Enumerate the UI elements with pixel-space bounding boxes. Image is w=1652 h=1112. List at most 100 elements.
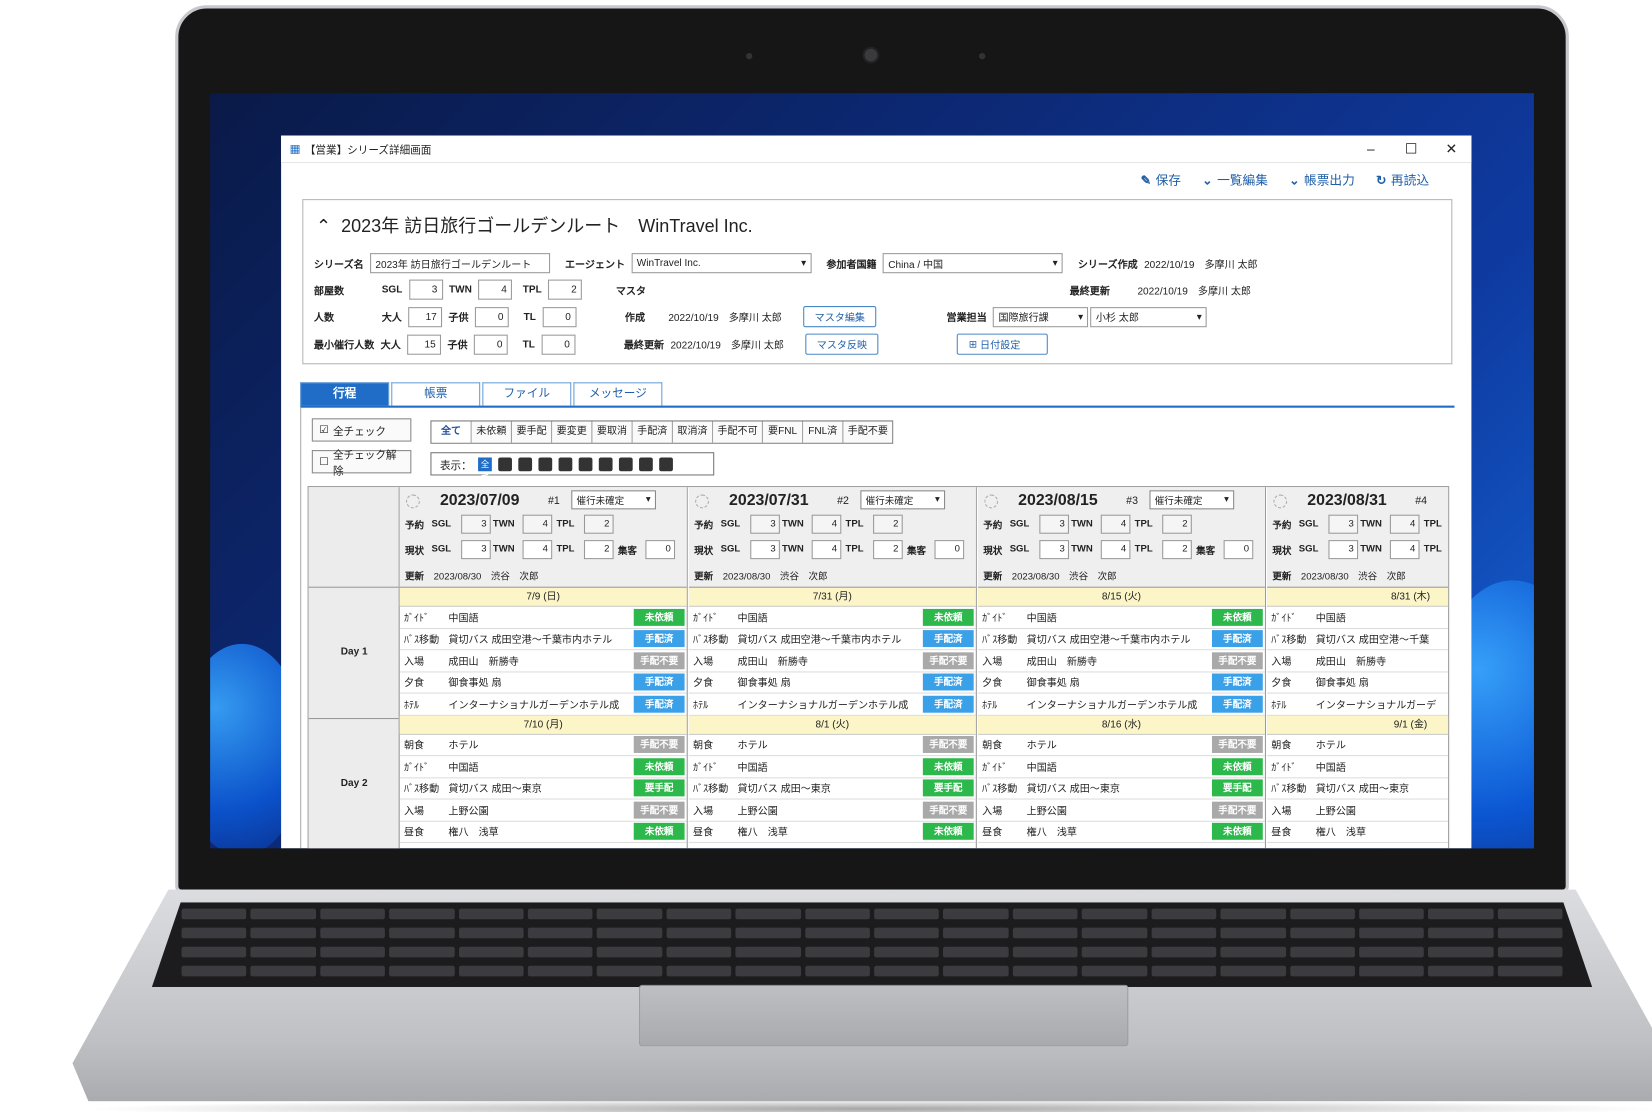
item-status-badge[interactable]: 未依頼 xyxy=(633,823,685,841)
guest-count[interactable]: 0 xyxy=(1223,540,1254,560)
minimize-button[interactable]: – xyxy=(1351,140,1391,157)
tab-itinerary[interactable]: 行程 xyxy=(300,382,390,406)
item-status-badge[interactable]: 手配済 xyxy=(1211,673,1263,691)
tab-messages[interactable]: メッセージ xyxy=(573,382,663,406)
twn-input[interactable]: 4 xyxy=(478,279,513,300)
itinerary-item[interactable]: 昼食 権八 浅草 xyxy=(1267,821,1449,843)
room-count[interactable]: 4 xyxy=(811,540,842,560)
select-circle[interactable] xyxy=(695,494,709,509)
status-filter-option[interactable]: 手配不可 xyxy=(713,421,763,443)
room-count[interactable]: 3 xyxy=(1328,540,1359,560)
itinerary-item[interactable]: ﾊﾞｽ移動 貸切バス 成田空港～千葉 xyxy=(1267,629,1449,651)
tab-reports[interactable]: 帳票 xyxy=(391,382,481,406)
sales-dept-select[interactable]: 国際旅行課 ▾ xyxy=(993,306,1089,327)
item-status-badge[interactable]: 手配不要 xyxy=(1211,652,1263,670)
child-input[interactable]: 0 xyxy=(474,306,509,327)
itinerary-item[interactable]: ﾊﾞｽ移動 貸切バス 成田～東京 xyxy=(1267,778,1449,800)
itinerary-item[interactable]: 朝食 ホテル xyxy=(1267,734,1449,757)
itinerary-item[interactable]: ﾊﾞｽ移動 貸切バス 成田空港～千葉市内ホテル 手配済 xyxy=(399,629,687,651)
status-filter-option[interactable]: 手配不要 xyxy=(843,421,893,443)
itinerary-item[interactable]: ﾊﾞｽ移動 貸切バス 成田空港～千葉市内ホテル 手配済 xyxy=(688,629,976,651)
status-filter-option[interactable]: 要手配 xyxy=(511,421,553,443)
room-count[interactable]: 4 xyxy=(522,540,553,560)
operation-status-select[interactable]: 催行未確定 ▾ xyxy=(1149,490,1235,510)
itinerary-item[interactable]: 入場 成田山 新勝寺 手配不要 xyxy=(977,650,1265,672)
operation-status-select[interactable]: 催行未確定 ▾ xyxy=(571,490,656,510)
tpl-input[interactable]: 2 xyxy=(548,279,582,300)
item-status-badge[interactable]: 未依頼 xyxy=(1211,757,1263,775)
status-filter-option[interactable]: 要変更 xyxy=(552,421,593,443)
room-count[interactable]: 3 xyxy=(1039,540,1069,560)
save-button[interactable]: ✎ 保存 xyxy=(1141,170,1181,188)
item-status-badge[interactable]: 手配不要 xyxy=(633,801,685,819)
status-filter-option[interactable]: 未依頼 xyxy=(471,421,512,443)
item-status-badge[interactable]: 未依頼 xyxy=(1211,608,1263,626)
status-filter-option[interactable]: 要FNL xyxy=(762,421,804,443)
select-circle[interactable] xyxy=(1273,494,1288,509)
item-status-badge[interactable]: 手配済 xyxy=(633,630,685,648)
itinerary-item[interactable]: 入場 成田山 新勝寺 xyxy=(1267,650,1449,672)
sgl-input[interactable]: 3 xyxy=(408,279,443,300)
itinerary-item[interactable]: 入場 上野公園 手配不要 xyxy=(399,800,687,822)
report-button[interactable]: ⌄ 帳票出力 xyxy=(1289,170,1355,188)
itinerary-item[interactable]: 夕食 御食事処 扇 手配済 xyxy=(399,672,687,694)
master-apply-button[interactable]: マスタ反映 xyxy=(805,333,879,355)
room-count[interactable]: 2 xyxy=(873,540,903,560)
message-icon[interactable] xyxy=(659,456,673,471)
item-status-badge[interactable]: 手配不要 xyxy=(633,736,685,754)
itinerary-item[interactable]: ﾎﾃﾙ インターナショナルガーデンホテル成 手配済 xyxy=(977,694,1265,716)
itinerary-item[interactable]: 朝食 ホテル 手配不要 xyxy=(688,734,976,757)
item-status-badge[interactable]: 手配不要 xyxy=(633,652,685,670)
nationality-select[interactable]: China / 中国 ▾ xyxy=(882,253,1064,274)
itinerary-item[interactable]: 夕食 御食事処 扇 xyxy=(1267,672,1449,694)
itinerary-item[interactable]: ﾊﾞｽ移動 貸切バス 成田～東京 要手配 xyxy=(977,778,1265,800)
itinerary-item[interactable]: ｶﾞｲﾄﾞ 中国語 未依頼 xyxy=(399,607,687,629)
status-filter-option[interactable]: 取消済 xyxy=(672,421,714,443)
itinerary-item[interactable]: ﾊﾞｽ移動 貸切バス 成田～東京 要手配 xyxy=(688,778,976,800)
itinerary-item[interactable]: ﾎﾃﾙ インターナショナルガーデンホテル成 手配済 xyxy=(399,694,687,716)
item-status-badge[interactable]: 未依頼 xyxy=(922,757,974,775)
flag-icon[interactable] xyxy=(639,456,653,471)
min-tl-input[interactable]: 0 xyxy=(541,334,576,355)
series-name-input[interactable]: 2023年 訪日旅行ゴールデンルート xyxy=(370,253,551,274)
itinerary-item[interactable]: ｶﾞｲﾄﾞ 中国語 未依頼 xyxy=(977,756,1265,778)
itinerary-item[interactable]: ｶﾞｲﾄﾞ 中国語 xyxy=(1267,607,1449,629)
maximize-button[interactable]: ☐ xyxy=(1391,140,1431,157)
item-status-badge[interactable]: 手配済 xyxy=(633,695,685,713)
itinerary-item[interactable]: 昼食 権八 浅草 未依頼 xyxy=(688,821,976,843)
room-count[interactable]: 2 xyxy=(583,540,614,560)
item-status-badge[interactable]: 未依頼 xyxy=(922,823,974,841)
item-status-badge[interactable]: 手配不要 xyxy=(1211,801,1263,819)
itinerary-item[interactable]: 夕食 御食事処 扇 手配済 xyxy=(977,672,1265,694)
itinerary-item[interactable]: ﾊﾞｽ移動 貸切バス 成田～東京 要手配 xyxy=(399,778,687,800)
itinerary-item[interactable]: 朝食 ホテル 手配不要 xyxy=(399,734,687,757)
agent-select[interactable]: WinTravel Inc. ▾ xyxy=(631,253,812,274)
operation-status-select[interactable]: 催行未確定 ▾ xyxy=(860,490,946,510)
itinerary-item[interactable]: 入場 成田山 新勝寺 手配不要 xyxy=(399,650,687,672)
display-all-toggle[interactable]: 全て xyxy=(478,456,492,482)
itinerary-item[interactable]: 朝食 ホテル 手配不要 xyxy=(977,734,1265,757)
hotel-icon[interactable] xyxy=(498,456,512,471)
item-status-badge[interactable]: 手配済 xyxy=(633,673,685,691)
itinerary-item[interactable]: 夕食 御食事処 扇 手配済 xyxy=(688,672,976,694)
itinerary-item[interactable]: ｶﾞｲﾄﾞ 中国語 未依頼 xyxy=(399,756,687,778)
item-status-badge[interactable]: 手配不要 xyxy=(922,801,974,819)
itinerary-item[interactable]: ﾊﾞｽ移動 貸切バス 成田空港～千葉市内ホテル 手配済 xyxy=(977,629,1265,651)
item-status-badge[interactable]: 要手配 xyxy=(633,779,685,797)
item-status-badge[interactable]: 未依頼 xyxy=(633,757,685,775)
item-status-badge[interactable]: 未依頼 xyxy=(633,608,685,626)
item-status-badge[interactable]: 手配不要 xyxy=(1211,736,1263,754)
master-edit-button[interactable]: マスタ編集 xyxy=(803,306,877,328)
item-status-badge[interactable]: 手配済 xyxy=(1211,630,1263,648)
bus-icon[interactable] xyxy=(538,456,553,471)
item-status-badge[interactable]: 要手配 xyxy=(922,779,974,797)
itinerary-item[interactable]: ﾎﾃﾙ インターナショナルガーデ xyxy=(1267,694,1449,716)
adult-input[interactable]: 17 xyxy=(408,306,443,327)
itinerary-item[interactable]: ｶﾞｲﾄﾞ 中国語 xyxy=(1267,756,1449,778)
room-count[interactable]: 3 xyxy=(461,540,491,560)
admission-icon[interactable] xyxy=(598,456,613,471)
camera-icon[interactable] xyxy=(618,456,633,471)
room-count[interactable]: 4 xyxy=(1100,540,1131,560)
check-all-button[interactable]: ☑ 全チェック xyxy=(311,418,412,442)
status-filter-option[interactable]: 要取消 xyxy=(592,421,633,443)
